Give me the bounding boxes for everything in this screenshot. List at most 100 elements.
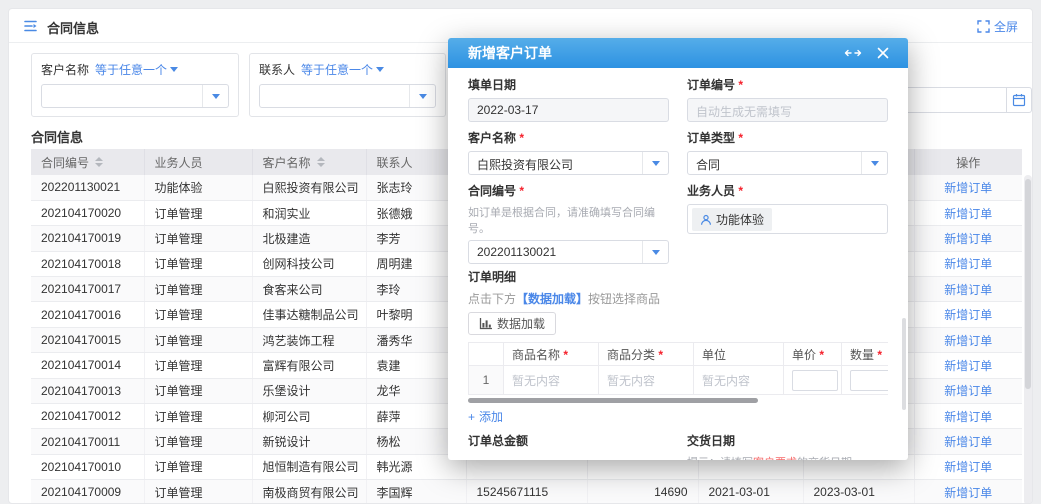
total-amount-label: 订单总金额 bbox=[468, 432, 669, 449]
action-cell: 新增订单 bbox=[914, 277, 1022, 302]
action-cell: 新增订单 bbox=[914, 327, 1022, 352]
order-type-select[interactable]: 合同 bbox=[687, 151, 888, 175]
row-index-cell: 1 bbox=[469, 366, 504, 395]
quantity-input[interactable] bbox=[850, 370, 888, 391]
unit-price-cell bbox=[784, 366, 842, 395]
sort-icon[interactable] bbox=[317, 157, 325, 167]
detail-table-wrap: 商品名称商品分类单位单价数量 1 暂无内容 暂无内容 暂无内容 bbox=[468, 342, 888, 395]
contract-no-cell: 202104170013 bbox=[31, 378, 144, 403]
staff-cell: 订单管理 bbox=[144, 378, 252, 403]
date-filter-input[interactable] bbox=[904, 87, 1006, 113]
add-order-link[interactable]: 新增订单 bbox=[944, 334, 992, 348]
add-order-link[interactable]: 新增订单 bbox=[944, 359, 992, 373]
customer-cell: 北极建造 bbox=[252, 226, 366, 251]
data-load-button[interactable]: 数据加载 bbox=[468, 312, 556, 335]
table-vertical-scrollbar[interactable] bbox=[1024, 175, 1032, 504]
customer-cell: 旭恒制造有限公司 bbox=[252, 454, 366, 479]
fullscreen-button[interactable]: 全屏 bbox=[977, 18, 1018, 35]
detail-table-horizontal-scrollbar[interactable] bbox=[468, 398, 888, 403]
chevron-down-icon bbox=[652, 250, 660, 255]
modal-body: 填单日期 2022-03-17 订单编号 自动生成无需填写 客户名称 白熙投资有… bbox=[448, 68, 908, 460]
add-order-link[interactable]: 新增订单 bbox=[944, 460, 992, 474]
contract-no-cell: 202104170010 bbox=[31, 454, 144, 479]
staff-cell: 订单管理 bbox=[144, 429, 252, 454]
table-row: 202104170009订单管理南极商贸有限公司李国辉1524567111514… bbox=[31, 480, 1022, 504]
customer-name-select[interactable]: 白熙投资有限公司 bbox=[468, 151, 669, 175]
product-name-cell[interactable]: 暂无内容 bbox=[504, 366, 599, 395]
add-order-link[interactable]: 新增订单 bbox=[944, 181, 992, 195]
staff-cell: 功能体验 bbox=[144, 175, 252, 200]
expand-modal-button[interactable] bbox=[842, 42, 864, 64]
modal-header: 新增客户订单 bbox=[448, 38, 908, 68]
product-category-cell[interactable]: 暂无内容 bbox=[599, 366, 694, 395]
contract-no-hint: 如订单是根据合同，请准确填写合同编号。 bbox=[468, 204, 669, 236]
order-no-label: 订单编号 bbox=[687, 76, 888, 93]
contract-no-cell: 202104170018 bbox=[31, 251, 144, 276]
customer-cell: 富辉有限公司 bbox=[252, 353, 366, 378]
contact-filter-select[interactable] bbox=[259, 84, 436, 108]
contract-no-select[interactable]: 202201130021 bbox=[468, 240, 669, 264]
fullscreen-icon bbox=[977, 20, 990, 33]
page: 合同信息 全屏 客户名称 等于任意一个 联系人 等 bbox=[0, 0, 1041, 504]
expand-horizontal-icon bbox=[844, 48, 862, 58]
action-cell: 新增订单 bbox=[914, 429, 1022, 454]
customer-filter-select[interactable] bbox=[41, 84, 229, 108]
staff-cell: 订单管理 bbox=[144, 200, 252, 225]
staff-label: 业务人员 bbox=[687, 182, 888, 199]
customer-cell: 南极商贸有限公司 bbox=[252, 480, 366, 504]
detail-table-row: 1 暂无内容 暂无内容 暂无内容 bbox=[469, 366, 889, 395]
collapse-menu-icon[interactable] bbox=[23, 19, 38, 33]
staff-cell: 订单管理 bbox=[144, 327, 252, 352]
staff-tag[interactable]: 功能体验 bbox=[692, 208, 772, 231]
unit-price-input[interactable] bbox=[792, 370, 838, 391]
staff-cell: 订单管理 bbox=[144, 302, 252, 327]
unit-cell[interactable]: 暂无内容 bbox=[694, 366, 784, 395]
quantity-cell bbox=[842, 366, 889, 395]
add-order-link[interactable]: 新增订单 bbox=[944, 308, 992, 322]
add-order-link[interactable]: 新增订单 bbox=[944, 486, 992, 500]
order-no-field: 自动生成无需填写 bbox=[687, 98, 888, 122]
detail-column-header: 商品分类 bbox=[599, 343, 694, 366]
chevron-down-icon bbox=[871, 161, 879, 166]
action-cell: 新增订单 bbox=[914, 302, 1022, 327]
filter-label: 客户名称 bbox=[41, 61, 89, 78]
customer-cell: 和润实业 bbox=[252, 200, 366, 225]
contract-no-cell: 202104170019 bbox=[31, 226, 144, 251]
add-order-link[interactable]: 新增订单 bbox=[944, 435, 992, 449]
action-cell: 新增订单 bbox=[914, 175, 1022, 200]
order-type-label: 订单类型 bbox=[687, 129, 888, 146]
chevron-down-icon bbox=[376, 67, 384, 72]
customer-cell: 食客来公司 bbox=[252, 277, 366, 302]
add-order-link[interactable]: 新增订单 bbox=[944, 207, 992, 221]
add-row-link[interactable]: +添加 bbox=[468, 408, 503, 425]
column-header[interactable]: 合同编号 bbox=[31, 149, 144, 175]
delivery-date-hint: 提示：请填写客户要求的交货日期。 bbox=[687, 454, 888, 460]
filter-group-contact: 联系人 等于任意一个 bbox=[249, 53, 446, 117]
sort-icon[interactable] bbox=[95, 157, 103, 167]
add-order-link[interactable]: 新增订单 bbox=[944, 257, 992, 271]
filter-operator-dropdown[interactable]: 等于任意一个 bbox=[301, 61, 384, 78]
start-date-cell: 2021-03-01 bbox=[698, 480, 803, 504]
calendar-icon bbox=[1012, 93, 1026, 107]
close-modal-button[interactable] bbox=[872, 42, 894, 64]
action-cell: 新增订单 bbox=[914, 404, 1022, 429]
add-order-link[interactable]: 新增订单 bbox=[944, 232, 992, 246]
column-header[interactable]: 客户名称 bbox=[252, 149, 366, 175]
fill-date-label: 填单日期 bbox=[468, 76, 669, 93]
staff-cell: 订单管理 bbox=[144, 251, 252, 276]
action-cell: 新增订单 bbox=[914, 226, 1022, 251]
order-detail-hint: 点击下方【数据加载】按钮选择商品 bbox=[468, 290, 888, 307]
staff-field[interactable]: 功能体验 bbox=[687, 204, 888, 234]
add-order-link[interactable]: 新增订单 bbox=[944, 410, 992, 424]
filter-operator-dropdown[interactable]: 等于任意一个 bbox=[95, 61, 178, 78]
end-date-cell: 2023-03-01 bbox=[803, 480, 914, 504]
add-order-link[interactable]: 新增订单 bbox=[944, 384, 992, 398]
add-order-link[interactable]: 新增订单 bbox=[944, 283, 992, 297]
phone-cell: 15245671115 bbox=[466, 480, 587, 504]
detail-table: 商品名称商品分类单位单价数量 1 暂无内容 暂无内容 暂无内容 bbox=[468, 342, 888, 395]
bar-chart-icon bbox=[479, 317, 492, 330]
date-picker-button[interactable] bbox=[1006, 87, 1032, 113]
contract-no-cell: 202104170015 bbox=[31, 327, 144, 352]
modal-scrollbar[interactable] bbox=[902, 318, 906, 410]
chevron-down-icon bbox=[212, 94, 220, 99]
